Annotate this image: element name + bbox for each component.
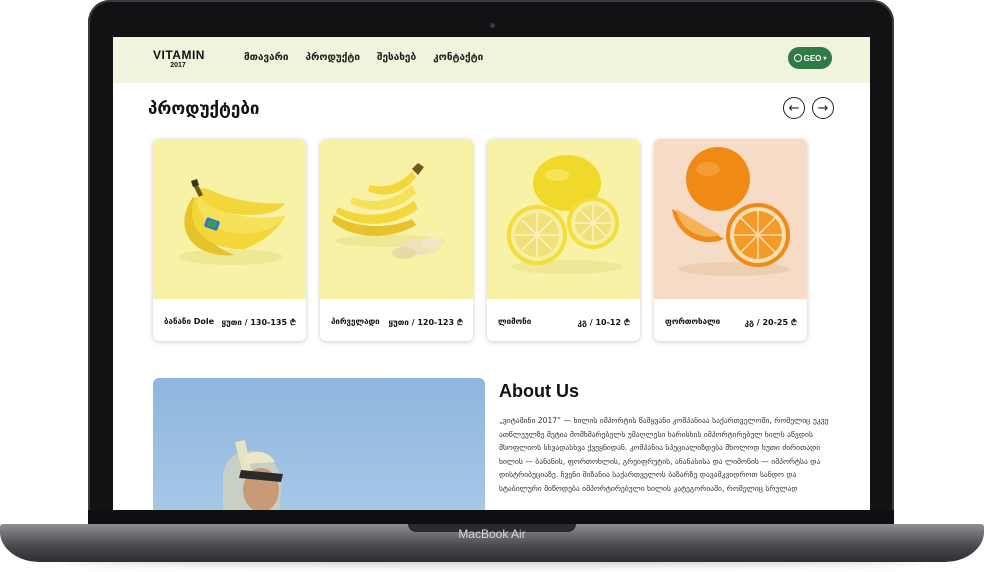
nav-contact-link[interactable]: კონტაქტი: [433, 52, 483, 63]
top-navbar: VITAMIN 2017 მთავარი პროდუქტი შესახებ კო…: [113, 37, 870, 83]
device-label: MacBook Air: [458, 527, 526, 541]
product-name: ფორთოხალი: [665, 317, 721, 326]
product-name: პირველადი: [331, 317, 380, 326]
arrow-right-icon: →: [817, 100, 829, 116]
product-image-lemon: [487, 139, 640, 299]
about-text: „ვიტამინი 2017“ — ხილის იმპორტის წამყვან…: [499, 416, 829, 493]
product-image-banana: [153, 139, 306, 299]
carousel-next-button[interactable]: →: [812, 97, 834, 119]
site-logo[interactable]: VITAMIN 2017: [153, 48, 205, 69]
logo-text: VITAMIN: [153, 48, 205, 62]
logo-year: 2017: [170, 62, 186, 69]
nav-about-link[interactable]: შესახებ: [377, 52, 416, 63]
product-price: კგ / 10-12 ₾: [577, 318, 630, 327]
about-title: About Us: [499, 381, 579, 401]
product-card-banana-dole[interactable]: ბანანი Dole ყუთი / 130-135 ₾: [153, 139, 306, 341]
product-price: ყუთი / 120-123 ₾: [388, 318, 463, 327]
product-name: ბანანი Dole: [164, 317, 215, 326]
product-image-banana-bunch: [320, 139, 473, 299]
carousel-prev-button[interactable]: ←: [783, 97, 805, 119]
camera-icon: [490, 23, 495, 28]
product-card-banana[interactable]: პირველადი ყუთი / 120-123 ₾: [320, 139, 473, 341]
nav-home-link[interactable]: მთავარი: [244, 52, 289, 63]
language-label: GEO: [803, 53, 822, 63]
product-card-lemon[interactable]: ლიმონი კგ / 10-12 ₾: [487, 139, 640, 341]
product-price: ყუთი / 130-135 ₾: [221, 318, 296, 327]
product-price: კგ / 20-25 ₾: [744, 318, 797, 327]
arrow-left-icon: ←: [788, 100, 800, 116]
website-screen: VITAMIN 2017 მთავარი პროდუქტი შესახებ კო…: [113, 37, 870, 510]
nav-products-link[interactable]: პროდუქტი: [306, 52, 360, 63]
about-photo: [153, 378, 485, 510]
products-title: პროდუქტები: [148, 99, 260, 119]
product-image-orange: [654, 139, 807, 299]
language-switcher[interactable]: GEO ▾: [788, 47, 832, 69]
globe-icon: [793, 54, 802, 62]
chevron-down-icon: ▾: [823, 55, 827, 62]
main-menu: მთავარი პროდუქტი შესახებ კონტაქტი: [244, 52, 483, 63]
product-name: ლიმონი: [498, 317, 532, 326]
product-card-orange[interactable]: ფორთოხალი კგ / 20-25 ₾: [654, 139, 807, 341]
